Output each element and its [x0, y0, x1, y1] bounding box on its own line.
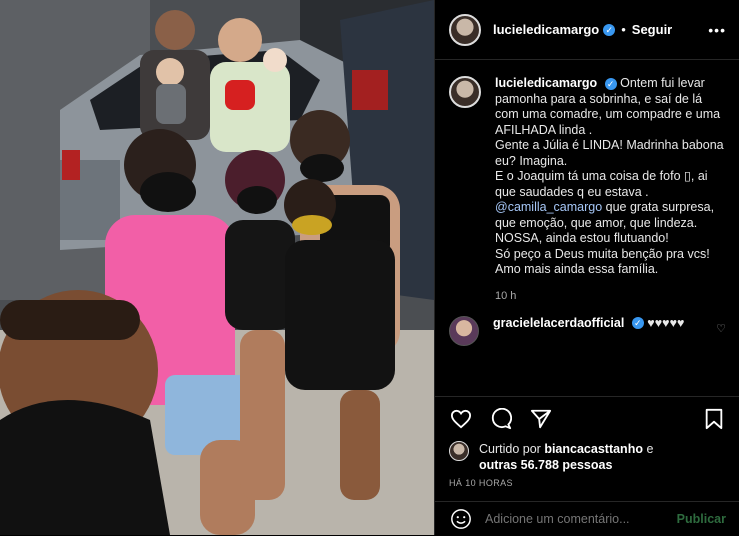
share-paper-plane-icon[interactable]: [529, 407, 553, 431]
more-horizontal-icon[interactable]: •••: [708, 22, 726, 38]
add-comment-input[interactable]: [485, 512, 677, 526]
caption: lucieledicamargo ✓ Ontem fui levar pamon…: [449, 76, 726, 278]
like-heart-icon[interactable]: [449, 407, 473, 431]
follow-button[interactable]: Seguir: [632, 22, 672, 37]
caption-timestamp[interactable]: 10 h: [495, 290, 726, 302]
caption-text-3: E o Joaquim tá uma coisa de fofo ▯, ai q…: [495, 169, 708, 199]
post-side-panel: lucieledicamargo ✓ • Seguir ••• lucieled…: [434, 0, 739, 535]
caption-text-2: Gente a Júlia é LINDA! Madrinha babona e…: [495, 138, 724, 168]
publish-button[interactable]: Publicar: [677, 512, 726, 526]
instagram-post: lucieledicamargo ✓ • Seguir ••• lucieled…: [0, 0, 739, 535]
post-photo[interactable]: [0, 0, 434, 535]
caption-body: lucieledicamargo ✓ Ontem fui levar pamon…: [495, 76, 726, 278]
comment-text: ♥♥♥♥♥: [647, 315, 685, 330]
liker-username[interactable]: biancacasttanho: [544, 442, 643, 456]
add-comment-bar: Publicar: [435, 501, 739, 536]
verified-badge-icon: ✓: [603, 23, 616, 36]
comments-section: lucieledicamargo ✓ Ontem fui levar pamon…: [435, 60, 739, 395]
comment-item: gracielelacerdaofficial ✓ ♥♥♥♥♥ ♡: [449, 315, 726, 346]
comment-bubble-icon[interactable]: [489, 407, 513, 431]
likes-count-link[interactable]: outras 56.788 pessoas: [479, 458, 612, 472]
caption-text-6: Só peço a Deus muita benção pra vcs!: [495, 246, 710, 261]
post-header: lucieledicamargo ✓ • Seguir •••: [435, 0, 739, 60]
comment-body: gracielelacerdaofficial ✓ ♥♥♥♥♥: [493, 316, 725, 346]
actions-section: Curtido por biancacasttanho e outras 56.…: [435, 396, 739, 535]
commenter-username[interactable]: gracielelacerdaofficial: [493, 316, 624, 330]
author-avatar[interactable]: [449, 13, 481, 46]
liker-avatar[interactable]: [449, 441, 469, 461]
verified-badge-icon: ✓: [631, 317, 644, 330]
caption-author-username[interactable]: lucieledicamargo: [495, 76, 597, 90]
mention-link[interactable]: @camilla_camargo: [495, 200, 602, 214]
author-username[interactable]: lucieledicamargo: [493, 22, 599, 37]
comment-like-heart-icon[interactable]: ♡: [716, 322, 726, 335]
likes-prefix: Curtido por: [479, 442, 541, 456]
caption-author-avatar[interactable]: [449, 76, 481, 108]
verified-badge-icon: ✓: [604, 77, 617, 90]
posted-time[interactable]: HÁ 10 HORAS: [449, 478, 513, 488]
header-separator: •: [621, 22, 626, 37]
likes-text: Curtido por biancacasttanho e outras 56.…: [479, 441, 709, 473]
bookmark-icon[interactable]: [702, 407, 726, 431]
likes-summary: Curtido por biancacasttanho e outras 56.…: [449, 441, 709, 473]
caption-text-7: Amo mais ainda essa família.: [495, 262, 659, 276]
group-selfie-image: [0, 0, 434, 535]
emoji-smiley-icon[interactable]: [449, 507, 473, 531]
caption-text-5: NOSSA, ainda estou flutuando!: [495, 231, 669, 245]
likes-joiner: e: [642, 442, 654, 456]
action-icons: [449, 407, 553, 431]
commenter-avatar[interactable]: [449, 315, 479, 346]
